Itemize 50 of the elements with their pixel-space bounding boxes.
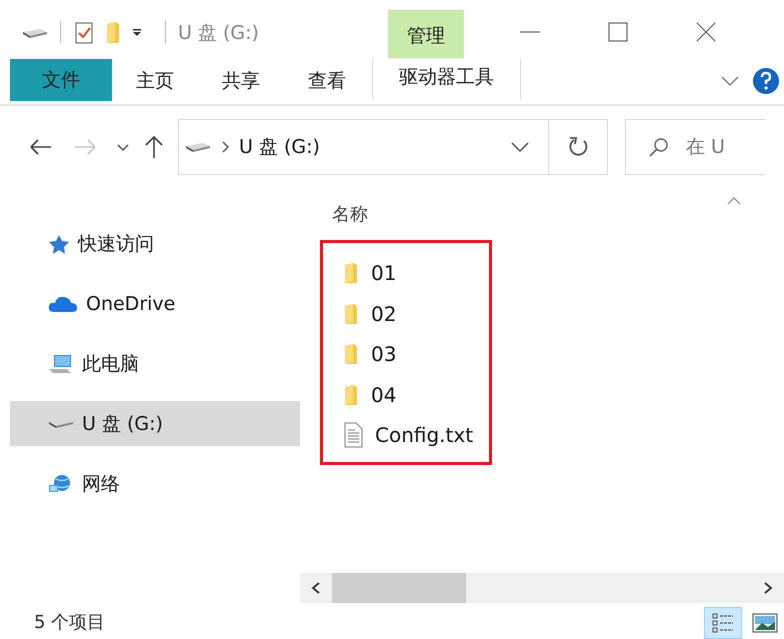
folder-icon [343, 262, 359, 284]
search-field[interactable]: 在 U [686, 136, 756, 158]
folder-icon [343, 302, 359, 325]
file-item[interactable]: 01 [343, 253, 489, 294]
column-header[interactable]: 名称 [332, 202, 368, 226]
scroll-right-icon[interactable] [762, 581, 774, 595]
address-field[interactable]: U 盘 (G:) [178, 119, 608, 175]
item-count: 5 个项目 [34, 611, 106, 634]
ribbon-tab[interactable]: 主页 [112, 58, 198, 104]
ribbon-tab[interactable]: 共享 [198, 58, 284, 104]
details-view-icon [711, 612, 735, 634]
folder-icon [343, 343, 359, 366]
file-item[interactable]: 02 [343, 294, 489, 334]
folder-icon [343, 384, 359, 406]
horizontal-scrollbar[interactable] [300, 573, 784, 603]
star-icon [48, 234, 70, 254]
scrollbar-thumb[interactable] [332, 573, 466, 603]
navigation-item[interactable]: U 盘 (G:) [10, 401, 300, 446]
search-icon [648, 136, 670, 158]
ribbon-tab[interactable]: 查看 [284, 58, 370, 104]
file-tab[interactable]: 文件 [10, 59, 112, 101]
properties-icon[interactable] [73, 21, 95, 45]
expand-ribbon-icon[interactable] [720, 74, 740, 88]
computer-icon [48, 352, 74, 374]
navigation-item[interactable]: 此电脑 [10, 341, 300, 386]
recent-locations-icon[interactable] [116, 142, 130, 152]
sort-ascending-icon [726, 196, 742, 206]
file-item[interactable]: 03 [343, 334, 489, 374]
close-icon[interactable] [694, 20, 718, 44]
contextual-tab-header: 管理 [388, 10, 464, 58]
drive-icon [22, 28, 48, 39]
up-icon[interactable] [144, 134, 164, 160]
large-icons-view-icon [752, 613, 778, 633]
details-view-button[interactable] [704, 607, 742, 639]
file-item[interactable]: Config.txt [343, 415, 489, 456]
dropdown-icon[interactable] [131, 28, 143, 38]
navigation-item[interactable]: OneDrive [10, 281, 300, 326]
maximize-icon[interactable] [606, 20, 630, 44]
window-title: U 盘 (G:) [178, 21, 260, 46]
address-path: U 盘 (G:) [239, 135, 320, 160]
navigation-item[interactable]: 网络 [10, 461, 300, 506]
file-item[interactable]: 04 [343, 374, 489, 415]
help-icon[interactable] [752, 67, 780, 95]
address-dropdown-icon[interactable] [510, 141, 530, 153]
navigation-item[interactable]: 快速访问 [10, 221, 300, 266]
text-file-icon [343, 422, 363, 448]
drive-icon [185, 142, 211, 152]
scroll-left-icon[interactable] [310, 581, 322, 595]
breadcrumb-chevron-icon[interactable] [221, 140, 231, 154]
back-icon[interactable] [28, 137, 54, 157]
